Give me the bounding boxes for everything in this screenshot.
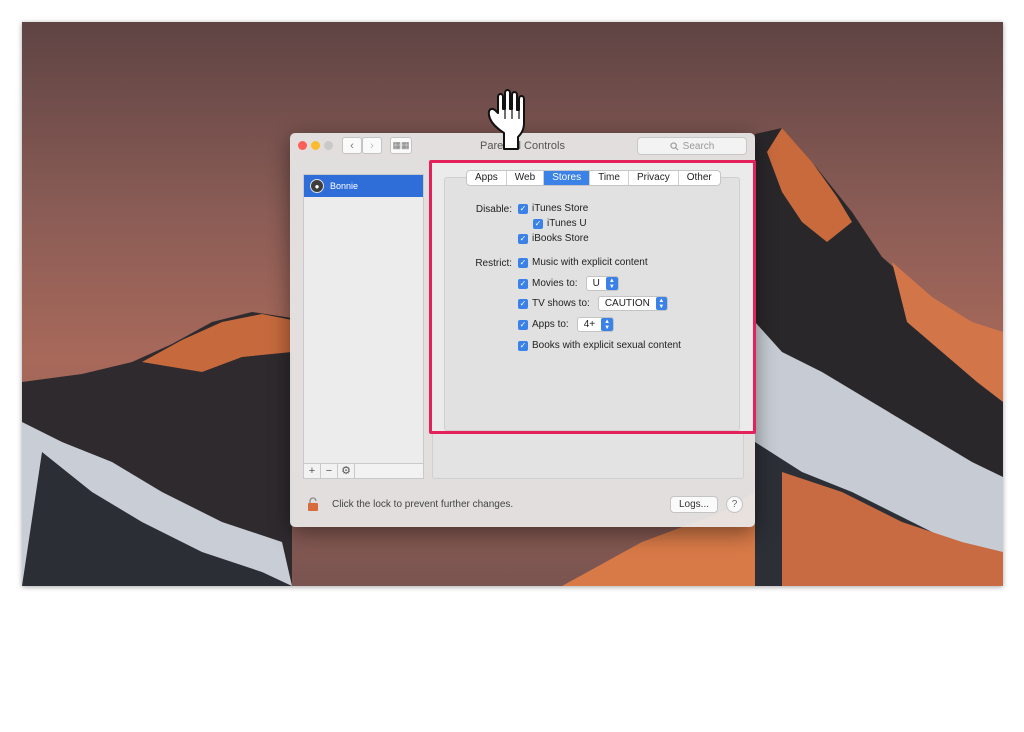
itunes-u-checkbox[interactable]: ✓	[533, 218, 543, 229]
disable-label: Disable:	[475, 204, 512, 215]
updown-arrows-icon: ▲ ▼	[605, 277, 618, 290]
itunes-u-label: iTunes U	[547, 218, 587, 229]
music-explicit-label: Music with explicit content	[532, 257, 648, 268]
movies-row: ✓ Movies to: U ▲ ▼	[518, 276, 619, 291]
movies-rating-value: U	[592, 278, 600, 289]
tab-stores[interactable]: Stores	[544, 171, 591, 185]
movies-rating-popup[interactable]: U ▲ ▼	[585, 276, 619, 291]
restrict-label: Restrict:	[475, 258, 512, 269]
search-icon	[670, 141, 679, 150]
user-name: Bonnie	[330, 181, 359, 191]
books-row: ✓ Books with explicit sexual content	[518, 340, 681, 351]
search-field[interactable]: Search	[637, 137, 747, 155]
remove-user-button[interactable]: −	[321, 464, 338, 478]
books-explicit-label: Books with explicit sexual content	[532, 340, 681, 351]
movies-checkbox[interactable]: ✓	[518, 278, 528, 289]
user-avatar-icon: ●	[310, 179, 324, 193]
lock-icon[interactable]	[307, 497, 319, 511]
itunes-store-label: iTunes Store	[532, 203, 589, 214]
movies-label: Movies to:	[532, 278, 578, 289]
add-user-button[interactable]: +	[304, 464, 321, 478]
apps-rating-popup[interactable]: 4+ ▲ ▼	[576, 317, 615, 332]
apps-label: Apps to:	[532, 319, 569, 330]
ibooks-store-label: iBooks Store	[532, 233, 589, 244]
sidebar-toolbar: + − ⚙	[303, 464, 424, 479]
itunes-u-row: ✓ iTunes U	[533, 218, 587, 229]
tv-rating-value: CAUTION	[604, 298, 650, 309]
ibooks-store-row: ✓ iBooks Store	[518, 233, 589, 244]
tab-privacy[interactable]: Privacy	[629, 171, 679, 185]
tab-web[interactable]: Web	[507, 171, 545, 185]
apps-checkbox[interactable]: ✓	[518, 319, 528, 330]
tv-shows-row: ✓ TV shows to: CAUTION ▲ ▼	[518, 296, 668, 311]
pointing-hand-icon	[487, 89, 525, 150]
itunes-store-checkbox[interactable]: ✓	[518, 203, 528, 214]
tab-other[interactable]: Other	[679, 171, 720, 185]
ibooks-store-checkbox[interactable]: ✓	[518, 233, 528, 244]
tv-shows-label: TV shows to:	[532, 298, 590, 309]
tab-apps[interactable]: Apps	[467, 171, 507, 185]
search-placeholder: Search	[682, 140, 715, 152]
updown-arrows-icon: ▲ ▼	[655, 297, 667, 310]
tab-time[interactable]: Time	[590, 171, 629, 185]
apps-row: ✓ Apps to: 4+ ▲ ▼	[518, 317, 615, 332]
tv-shows-checkbox[interactable]: ✓	[518, 298, 528, 309]
books-explicit-checkbox[interactable]: ✓	[518, 340, 528, 351]
itunes-store-row: ✓ iTunes Store	[518, 203, 588, 214]
help-button[interactable]: ?	[726, 496, 743, 513]
tv-rating-popup[interactable]: CAUTION ▲ ▼	[597, 296, 668, 311]
music-explicit-checkbox[interactable]: ✓	[518, 257, 528, 268]
logs-button[interactable]: Logs...	[670, 496, 718, 513]
lock-message: Click the lock to prevent further change…	[332, 499, 514, 510]
music-row: ✓ Music with explicit content	[518, 257, 648, 268]
user-sidebar: ● Bonnie	[303, 174, 424, 464]
stores-panel-highlight: Apps Web Stores Time Privacy Other Disab…	[429, 160, 756, 434]
tab-bar: Apps Web Stores Time Privacy Other	[466, 170, 721, 186]
sidebar-item-bonnie[interactable]: ● Bonnie	[304, 175, 423, 197]
apps-rating-value: 4+	[583, 319, 596, 330]
updown-arrows-icon: ▲ ▼	[601, 318, 614, 331]
gear-icon[interactable]: ⚙	[338, 464, 355, 478]
